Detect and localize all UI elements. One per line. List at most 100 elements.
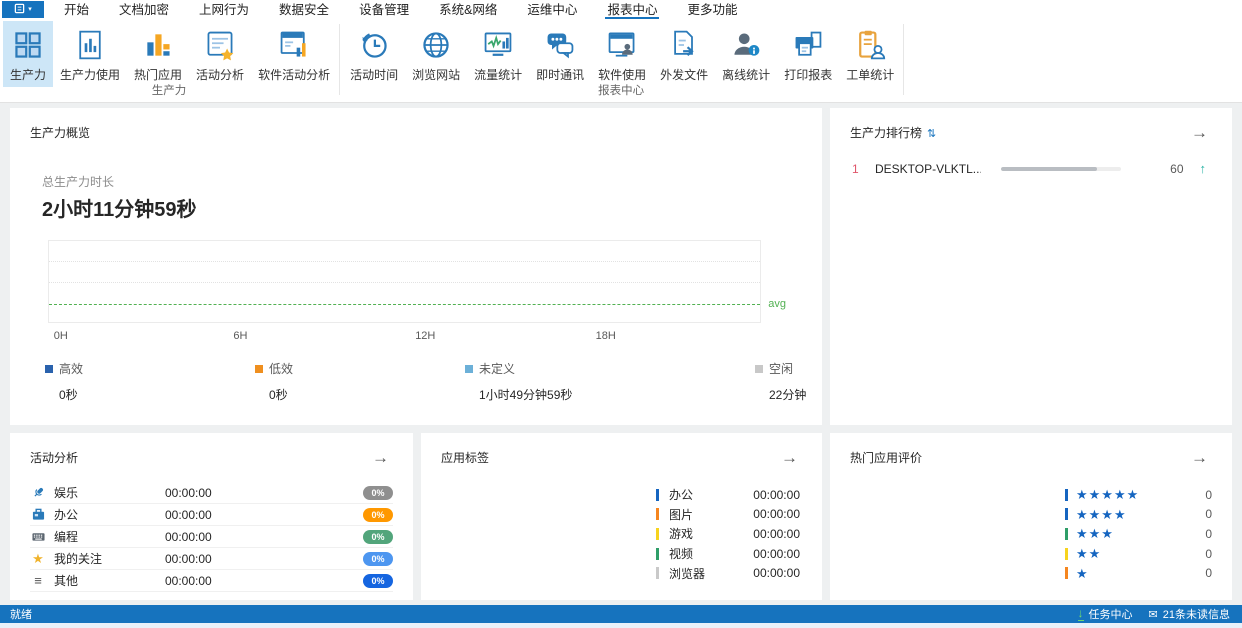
rating-row-5-stars[interactable]: ★★★★★ 0 (1065, 485, 1212, 505)
x-axis-ticks: 0H 6H 12H 18H (48, 330, 761, 344)
ribbon-item-software-activity-analysis[interactable]: 软件活动分析 (251, 21, 337, 87)
activity-row-my-focus[interactable]: ★ 我的关注 00:00:00 0% (30, 548, 393, 570)
ribbon-item-label: 即时通讯 (536, 68, 585, 82)
rating-row-1-star[interactable]: ★ 0 (1065, 563, 1212, 583)
legend-item-inefficient: 低效 0秒 (255, 360, 293, 403)
activity-row-other[interactable]: ≡ 其他 00:00:00 0% (30, 570, 393, 592)
percent-badge: 0% (363, 507, 393, 522)
panel-title: 生产力排行榜 (850, 126, 923, 140)
panel-title: 应用标签 (441, 451, 490, 465)
ribbon-item-browse-sites[interactable]: 浏览网站 (405, 21, 467, 87)
app-logo-button[interactable]: ▾ (2, 1, 44, 18)
doc-arrow-icon (668, 29, 700, 61)
score-progress-fill (1001, 166, 1097, 171)
star-icon: ★ (32, 550, 44, 566)
rating-row-2-stars[interactable]: ★★ 0 (1065, 544, 1212, 564)
legend-swatch (465, 364, 473, 373)
tag-time: 00:00:00 (753, 526, 800, 541)
rating-row-3-stars[interactable]: ★★★ 0 (1065, 524, 1212, 544)
ribbon-item-outgoing-files[interactable]: 外发文件 (653, 21, 715, 87)
window-user-icon (606, 29, 638, 61)
app-logo-icon (14, 3, 25, 17)
tag-label: 图片 (669, 507, 694, 522)
menu-bar: ▾ 开始 文档加密 上网行为 数据安全 设备管理 系统&网络 运维中心 报表中心… (0, 0, 1242, 19)
percent-badge: 0% (363, 573, 393, 588)
menu-tab-more[interactable]: 更多功能 (685, 0, 739, 19)
app-tag-row-video[interactable]: 视频 00:00:00 (656, 544, 800, 564)
menu-tab-device-mgmt[interactable]: 设备管理 (357, 0, 411, 19)
legend-item-efficient: 高效 0秒 (45, 360, 83, 403)
score-progress-bar (1001, 166, 1121, 171)
clock-history-icon (358, 29, 390, 61)
activity-time: 00:00:00 (165, 485, 212, 500)
legend-value: 22分钟 (769, 388, 807, 402)
ribbon-item-activity-analysis[interactable]: 活动分析 (189, 21, 251, 87)
activity-row-entertainment[interactable]: 娱乐 00:00:00 0% (30, 482, 393, 504)
computer-name: DESKTOP-VLKTL... (875, 161, 981, 176)
ribbon-item-productivity-usage[interactable]: 生产力使用 (53, 21, 127, 87)
task-center-button[interactable]: ↓ 任务中心 (1077, 606, 1133, 622)
activity-row-programming[interactable]: 编程 00:00:00 0% (30, 526, 393, 548)
legend-swatch (45, 364, 53, 373)
activity-time: 00:00:00 (165, 507, 212, 522)
menu-tab-doc-encryption[interactable]: 文档加密 (117, 0, 171, 19)
arrow-right-icon[interactable]: → (781, 449, 798, 466)
panel-title: 活动分析 (30, 451, 79, 465)
globe-icon (420, 29, 452, 61)
legend-label: 未定义 (479, 362, 516, 376)
legend-swatch (255, 364, 263, 373)
activity-row-office[interactable]: 办公 00:00:00 0% (30, 504, 393, 526)
ribbon-item-print-report[interactable]: 打印报表 (777, 21, 839, 87)
ribbon-item-software-usage[interactable]: 软件使用 (591, 21, 653, 87)
arrow-right-icon[interactable]: → (1191, 124, 1208, 141)
menu-tab-report-center[interactable]: 报表中心 (605, 0, 660, 19)
arrow-right-icon[interactable]: → (1191, 449, 1208, 466)
legend-swatch (656, 488, 659, 501)
rating-row-4-stars[interactable]: ★★★★ 0 (1065, 505, 1212, 525)
ribbon-item-label: 工单统计 (846, 68, 895, 82)
activity-time: 00:00:00 (165, 573, 212, 588)
rating-count: 0 (1205, 546, 1212, 561)
stars: ★★★ (1076, 526, 1114, 542)
activity-label: 其他 (54, 574, 79, 588)
stars: ★★★★★ (1076, 487, 1140, 503)
activity-time: 00:00:00 (165, 529, 212, 544)
ranking-row[interactable]: 1 DESKTOP-VLKTL... 60 ↑ (852, 161, 1206, 176)
unread-messages-button[interactable]: ✉ 21条未读信息 (1149, 606, 1230, 622)
task-center-label: 任务中心 (1088, 609, 1133, 621)
ribbon-item-hot-apps[interactable]: 热门应用 (127, 21, 189, 87)
menu-tab-start[interactable]: 开始 (62, 0, 91, 19)
unread-messages-label: 21条未读信息 (1162, 609, 1230, 621)
legend-swatch (656, 547, 659, 560)
app-tag-row-games[interactable]: 游戏 00:00:00 (656, 524, 800, 544)
menu-tabs: 开始 文档加密 上网行为 数据安全 设备管理 系统&网络 运维中心 报表中心 更… (62, 0, 739, 19)
doc-star-icon (204, 29, 236, 61)
rating-count: 0 (1205, 507, 1212, 522)
ribbon-item-offline-stats[interactable]: 离线统计 (715, 21, 777, 87)
ribbon-item-productivity[interactable]: 生产力 (3, 21, 54, 87)
keyboard-icon (30, 530, 46, 543)
tag-label: 办公 (669, 488, 694, 503)
menu-tab-ops-center[interactable]: 运维中心 (525, 0, 579, 19)
arrow-right-icon[interactable]: → (372, 449, 389, 466)
activity-analysis-panel: 活动分析 → 娱乐 00:00:00 0% 办公 00:00:00 0% 编程 … (10, 433, 413, 600)
app-tag-row-browser[interactable]: 浏览器 00:00:00 (656, 563, 800, 583)
app-tag-row-pictures[interactable]: 图片 00:00:00 (656, 505, 800, 525)
legend-label: 高效 (59, 362, 84, 376)
ribbon-item-traffic-stats[interactable]: 流量统计 (467, 21, 529, 87)
menu-tab-web-behavior[interactable]: 上网行为 (197, 0, 251, 19)
ribbon-item-instant-messaging[interactable]: 即时通讯 (529, 21, 591, 87)
percent-badge: 0% (363, 529, 393, 544)
legend-swatch (656, 508, 659, 521)
sort-icon[interactable]: ⇅ (927, 128, 936, 140)
ribbon-item-activity-time[interactable]: 活动时间 (343, 21, 405, 87)
ribbon-item-work-order-stats[interactable]: 工单统计 (839, 21, 901, 87)
tag-label: 游戏 (669, 527, 694, 542)
legend-swatch (656, 567, 659, 580)
menu-tab-system-network[interactable]: 系统&网络 (437, 0, 499, 19)
menu-tab-data-security[interactable]: 数据安全 (277, 0, 331, 19)
ribbon-item-label: 外发文件 (660, 68, 709, 82)
panel-title: 生产力概览 (30, 126, 91, 140)
app-tag-row-office[interactable]: 办公 00:00:00 (656, 485, 800, 505)
ratings-legend: ★★★★★ 0 ★★★★ 0 ★★★ 0 ★★ 0 ★ 0 (1065, 485, 1212, 583)
